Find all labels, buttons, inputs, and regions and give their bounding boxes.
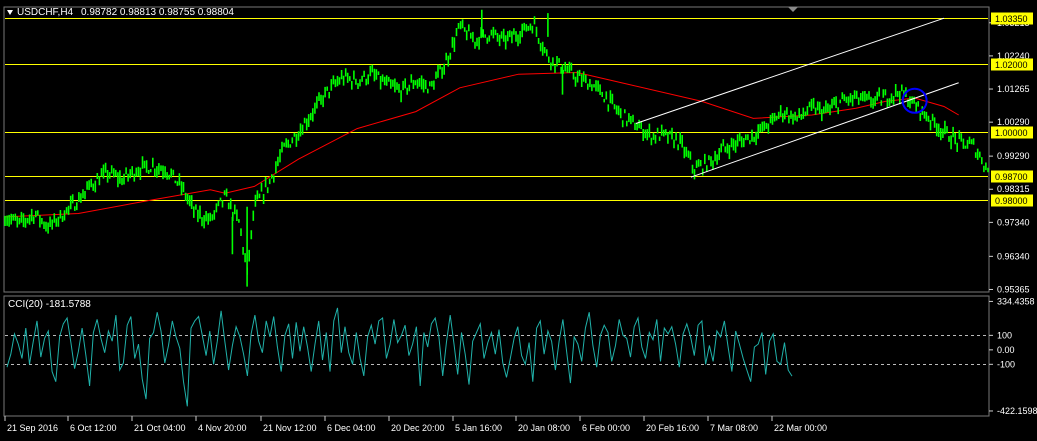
symbol-label: USDCHF,H4 xyxy=(17,7,74,18)
level-tag-label: 1.00000 xyxy=(995,128,1028,138)
price-tick-label: 0.99290 xyxy=(997,151,1030,161)
price-tick-label: 0.95365 xyxy=(997,284,1030,294)
time-tick-label: 4 Nov 20:00 xyxy=(198,423,247,433)
price-tick-label: 0.96340 xyxy=(997,251,1030,261)
time-tick-label: 22 Mar 00:00 xyxy=(774,423,827,433)
time-tick-label: 20 Jan 08:00 xyxy=(518,423,570,433)
price-tick-label: 1.00290 xyxy=(997,117,1030,127)
price-tick-label: 0.97340 xyxy=(997,217,1030,227)
level-tag-label: 0.98700 xyxy=(995,172,1028,182)
chart-background xyxy=(0,0,1037,441)
cci-tick-label: 334.4358 xyxy=(997,296,1035,306)
time-tick-label: 21 Oct 04:00 xyxy=(134,423,186,433)
cci-tick-label: 100 xyxy=(997,330,1012,340)
time-tick-label: 7 Mar 08:00 xyxy=(710,423,758,433)
cci-tick-label: -100 xyxy=(997,359,1015,369)
time-tick-label: 6 Feb 00:00 xyxy=(582,423,630,433)
level-tag-label: 1.03350 xyxy=(995,14,1028,24)
time-tick-label: 21 Nov 12:00 xyxy=(263,423,317,433)
time-tick-label: 20 Feb 16:00 xyxy=(646,423,699,433)
ohlc-label: 0.98782 0.98813 0.98755 0.98804 xyxy=(81,7,234,18)
level-tag-label: 1.02000 xyxy=(995,60,1028,70)
time-tick-label: 6 Dec 04:00 xyxy=(327,423,376,433)
cci-tick-label: -422.1598 xyxy=(997,406,1037,416)
level-tag-label: 0.98000 xyxy=(995,196,1028,206)
cci-tick-label: 0.00 xyxy=(997,345,1015,355)
price-tick-label: 0.98315 xyxy=(997,184,1030,194)
cci-label: CCI(20) -181.5788 xyxy=(8,299,91,310)
time-tick-label: 21 Sep 2016 xyxy=(7,423,58,433)
trading-chart[interactable]: USDCHF,H4 0.98782 0.98813 0.98755 0.9880… xyxy=(0,0,1037,441)
price-tick-label: 1.01265 xyxy=(997,84,1030,94)
time-tick-label: 20 Dec 20:00 xyxy=(391,423,445,433)
time-tick-label: 5 Jan 16:00 xyxy=(455,423,502,433)
time-tick-label: 6 Oct 12:00 xyxy=(70,423,117,433)
